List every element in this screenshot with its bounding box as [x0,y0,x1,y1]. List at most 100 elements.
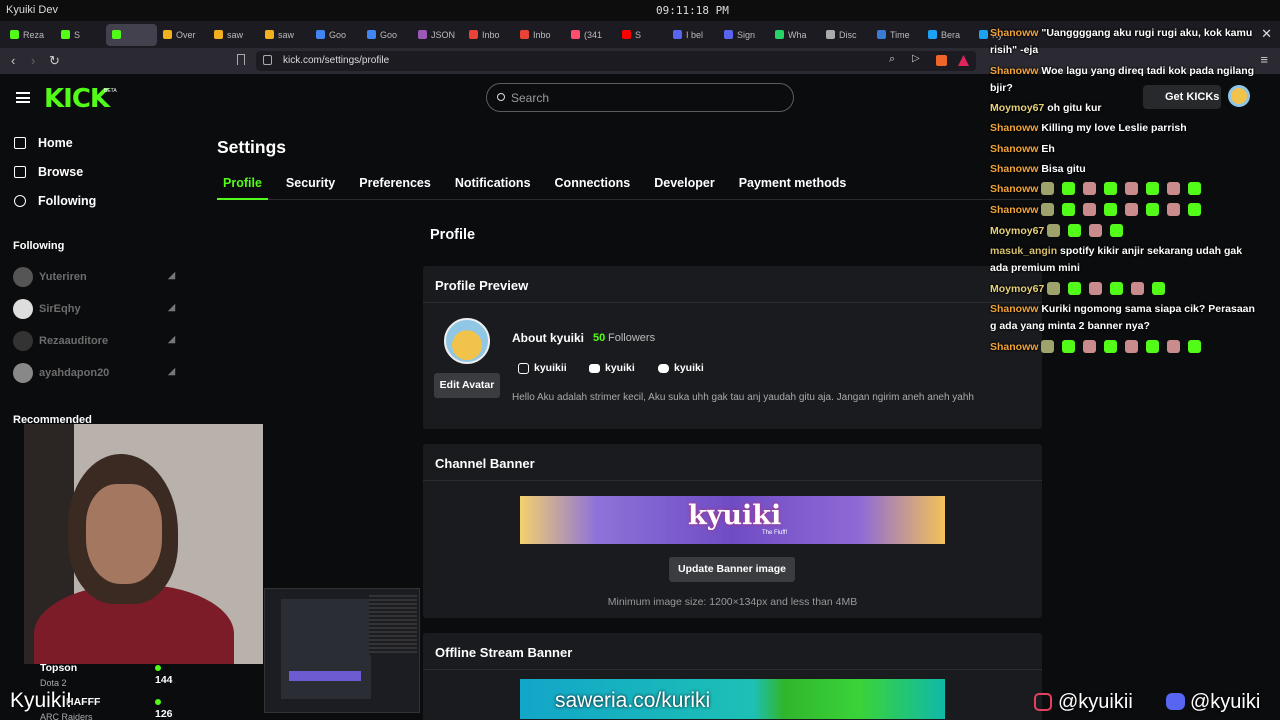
back-icon[interactable]: ‹ [11,53,15,68]
search-input[interactable]: Search [486,83,794,112]
tab-favicon-icon [979,30,988,39]
sidebar-item-label: Browse [38,165,84,179]
chat-username[interactable]: Shanoww [990,65,1038,77]
menu-icon[interactable]: ≡ [1260,52,1268,67]
hamburger-menu-icon[interactable] [16,92,30,103]
chat-emote-icon [1110,224,1124,237]
send-icon[interactable]: ▷ [912,53,920,64]
avatar [13,331,33,351]
offline-icon: ◢ [168,302,175,312]
browser-tab[interactable]: Reza [4,24,55,46]
zoom-icon[interactable]: ⌕ [889,53,895,66]
os-top-bar: Kyuiki Dev 09:11:18 PM [0,0,1280,21]
browser-tab[interactable]: Wha [769,24,820,46]
browser-tab[interactable]: saw [259,24,310,46]
browser-tab[interactable]: S [55,24,106,46]
chat-username[interactable]: masuk_angin [990,245,1057,257]
chat-username[interactable]: Shanoww [990,27,1038,39]
channel-name: ayahdapon20 [39,367,110,379]
lock-icon[interactable] [263,55,272,65]
browser-tab[interactable]: Disc [820,24,871,46]
bookmark-icon[interactable] [237,54,245,65]
social-link-instagram[interactable]: kyuikii [518,362,567,374]
webcam-overlay [24,424,263,664]
tab-preferences[interactable]: Preferences [353,174,437,200]
recommended-channel[interactable]: Topson Dota 2 144 [13,662,173,688]
social-link-discord[interactable]: kyuiki [658,362,704,374]
chat-username[interactable]: Shanoww [990,143,1038,155]
sidebar-item-browse[interactable]: Browse [14,162,83,182]
tab-payment-methods[interactable]: Payment methods [733,174,853,200]
browser-tab[interactable] [106,23,157,46]
edit-avatar-button[interactable]: Edit Avatar [434,373,500,398]
page-title: Settings [217,137,287,157]
tab-favicon-icon [418,30,427,39]
reload-icon[interactable]: ↻ [49,53,60,69]
browser-tab[interactable]: (341 [565,24,616,46]
browser-tab[interactable]: Time [871,24,922,46]
chat-username[interactable]: Moymoy67 [990,225,1044,237]
chat-username[interactable]: Shanoww [990,303,1038,315]
followers-count: 50 [593,332,606,344]
avatar [444,318,490,364]
chat-username[interactable]: Shanoww [990,122,1038,134]
chat-username[interactable]: Shanoww [990,341,1038,353]
tab-developer[interactable]: Developer [648,174,720,200]
followed-channel[interactable]: Yuteriren ◢ [13,267,175,287]
browser-tab[interactable]: Over [157,24,208,46]
chat-message: Moymoy67 [990,281,1260,298]
channel-banner-panel: Channel Banner kyuiki The Fluff! Update … [423,444,1042,618]
tab-label: Over [176,29,196,40]
browser-tab[interactable]: Goo [361,24,412,46]
chat-username[interactable]: Shanoww [990,183,1038,195]
social-link-youtube[interactable]: kyuiki [589,362,635,374]
sidebar-item-following[interactable]: Following [14,191,96,211]
about-title: About kyuiki [512,331,585,345]
chat-username[interactable]: Moymoy67 [990,102,1044,114]
tab-connections[interactable]: Connections [549,174,637,200]
sidebar-item-home[interactable]: Home [14,133,73,153]
tab-label: S [635,29,642,40]
tab-profile[interactable]: Profile [217,174,268,200]
chat-username[interactable]: Shanoww [990,163,1038,175]
followed-channel[interactable]: ayahdapon20 ◢ [13,363,175,383]
forward-icon[interactable]: › [31,53,35,68]
tab-label: Reza [23,29,45,40]
chat-username[interactable]: Moymoy67 [990,283,1044,295]
chat-emote-icon [1062,182,1076,195]
stream-name-overlay: Kyuiki! [10,689,72,712]
panel-heading: Channel Banner [423,444,1042,481]
followed-channel[interactable]: Rezaauditore ◢ [13,331,175,351]
panel-heading: Offline Stream Banner [423,633,1042,670]
browser-tab[interactable]: JSON [412,24,463,46]
browser-tab[interactable]: saw [208,24,259,46]
chat-emote-icon [1125,203,1139,216]
kick-logo[interactable]: KICK [44,84,110,114]
channel-name: SirEqhy [39,303,81,315]
chat-message: Moymoy67 oh gitu kur [990,100,1260,117]
url-field[interactable]: kick.com/settings/profile [256,51,976,71]
browser-tab[interactable]: Bera [922,24,973,46]
browser-tab[interactable]: Inbo [463,24,514,46]
settings-tabs: Profile Security Preferences Notificatio… [217,174,1042,200]
tab-security[interactable]: Security [280,174,341,200]
os-window-title: Kyuiki Dev [6,4,58,16]
close-window-icon[interactable]: ✕ [1261,26,1272,42]
brave-shield-icon[interactable] [936,55,947,66]
update-banner-button[interactable]: Update Banner image [669,557,795,582]
bio-text: Hello Aku adalah strimer kecil, Aku suka… [512,392,974,403]
channel-name: Yuteriren [39,271,87,283]
followed-channel[interactable]: SirEqhy ◢ [13,299,175,319]
chat-emote-icon [1083,340,1097,353]
browser-tab[interactable]: Goo [310,24,361,46]
search-icon [497,93,505,101]
chat-emote-icon [1068,224,1082,237]
browser-tab[interactable]: Inbo [514,24,565,46]
tab-favicon-icon [928,30,937,39]
tab-notifications[interactable]: Notifications [449,174,537,200]
browser-tab[interactable]: S [616,24,667,46]
saweria-overlay: saweria.co/kuriki [555,689,711,712]
browser-tab[interactable]: I bel [667,24,718,46]
browser-tab[interactable]: Sign [718,24,769,46]
chat-username[interactable]: Shanoww [990,204,1038,216]
